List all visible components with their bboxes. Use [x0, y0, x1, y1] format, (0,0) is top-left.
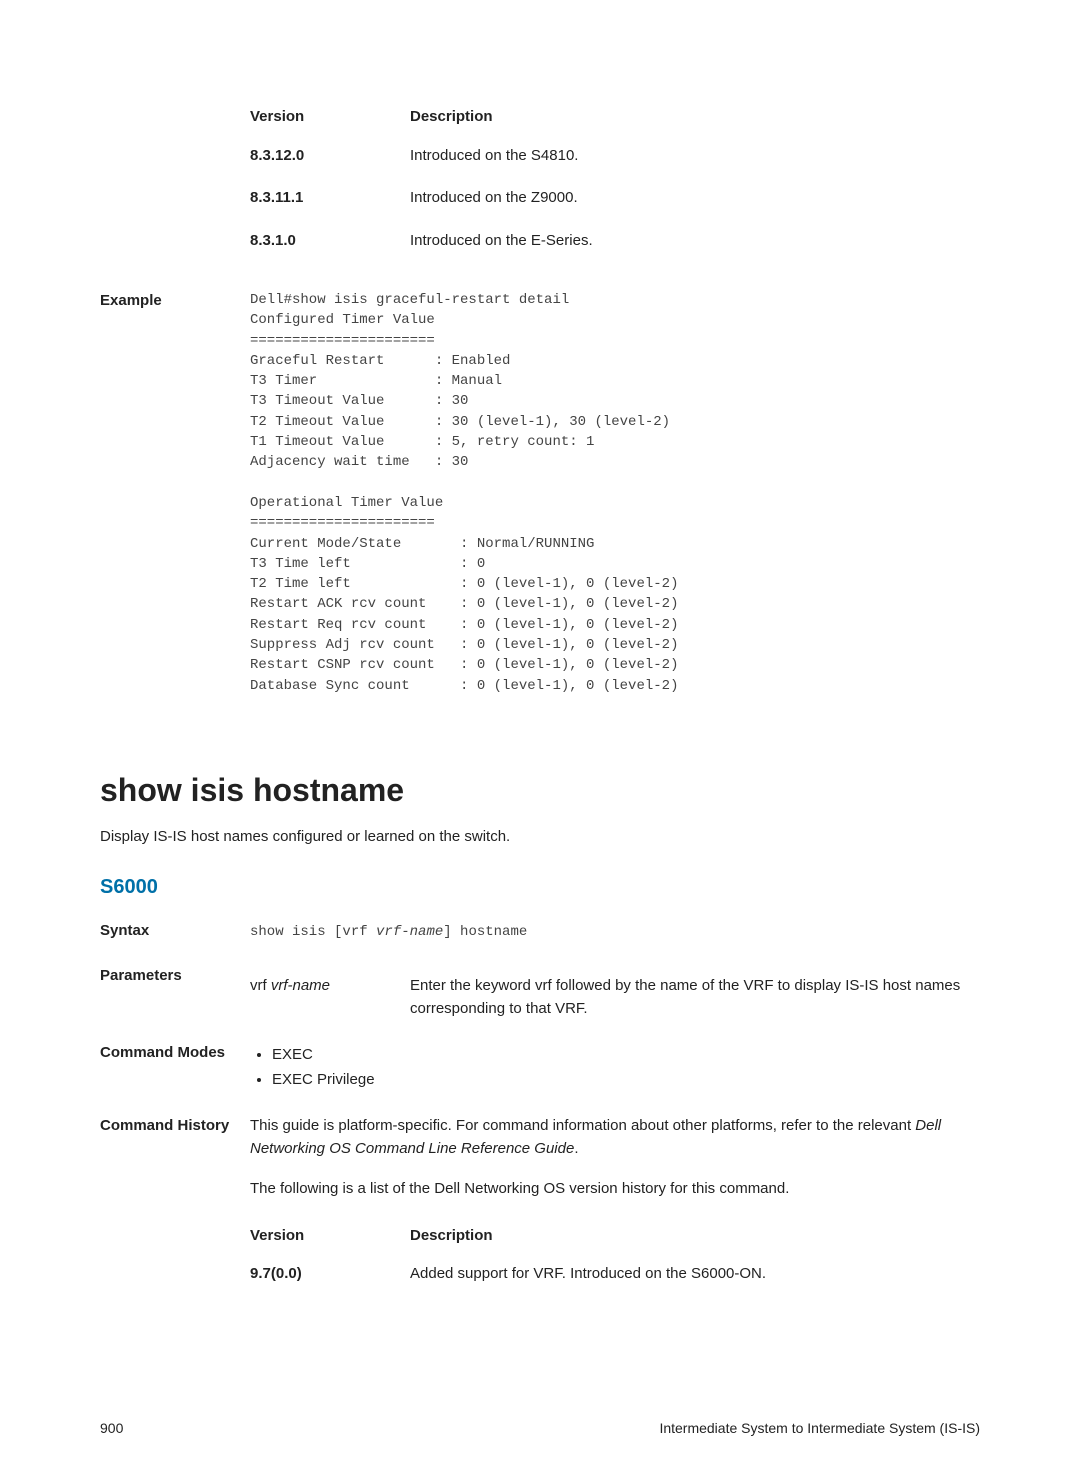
section-description: Display IS-IS host names configured or l…: [100, 826, 980, 849]
list-item: EXEC: [272, 1044, 980, 1067]
command-modes-label: Command Modes: [100, 1042, 250, 1093]
version-cell: 9.7(0.0): [250, 1253, 410, 1296]
table-row: 8.3.11.1 Introduced on the Z9000.: [250, 177, 980, 220]
page-number: 900: [100, 1418, 123, 1439]
history-version-table: Version Description 9.7(0.0) Added suppo…: [250, 1219, 980, 1296]
description-cell: Introduced on the S4810.: [410, 135, 980, 178]
version-cell: 8.3.1.0: [250, 220, 410, 263]
command-modes-row: Command Modes EXEC EXEC Privilege: [100, 1042, 980, 1093]
description-cell: Introduced on the E-Series.: [410, 220, 980, 263]
example-code: Dell#show isis graceful-restart detail C…: [250, 290, 980, 696]
command-modes-list: EXEC EXEC Privilege: [250, 1044, 980, 1091]
version-header: Version: [250, 100, 410, 135]
description-header: Description: [410, 1219, 980, 1254]
table-row: 9.7(0.0) Added support for VRF. Introduc…: [250, 1253, 980, 1296]
model-heading: S6000: [100, 872, 980, 902]
description-header: Description: [410, 100, 980, 135]
description-cell: Added support for VRF. Introduced on the…: [410, 1253, 980, 1296]
history-para-2: The following is a list of the Dell Netw…: [250, 1178, 980, 1201]
command-history-row: Command History This guide is platform-s…: [100, 1115, 980, 1296]
parameters-row: Parameters vrf vrf-name Enter the keywor…: [100, 965, 980, 1020]
list-item: EXEC Privilege: [272, 1069, 980, 1092]
section-title: show isis hostname: [100, 766, 980, 814]
page-footer: 900 Intermediate System to Intermediate …: [0, 1378, 1080, 1479]
param-desc: Enter the keyword vrf followed by the na…: [410, 975, 980, 1020]
history-para-1: This guide is platform-specific. For com…: [250, 1115, 980, 1160]
version-table: Version Description 8.3.12.0 Introduced …: [250, 100, 980, 262]
table-row: 8.3.1.0 Introduced on the E-Series.: [250, 220, 980, 263]
param-key: vrf vrf-name: [250, 975, 410, 1020]
version-table-block: Version Description 8.3.12.0 Introduced …: [100, 100, 980, 290]
example-block: Example Dell#show isis graceful-restart …: [100, 290, 980, 696]
command-history-label: Command History: [100, 1115, 250, 1296]
version-cell: 8.3.12.0: [250, 135, 410, 178]
table-row: 8.3.12.0 Introduced on the S4810.: [250, 135, 980, 178]
syntax-label: Syntax: [100, 920, 250, 943]
chapter-title: Intermediate System to Intermediate Syst…: [659, 1418, 980, 1439]
syntax-code: show isis [vrf vrf-name] hostname: [250, 924, 527, 940]
version-cell: 8.3.11.1: [250, 177, 410, 220]
version-header: Version: [250, 1219, 410, 1254]
example-label: Example: [100, 290, 250, 696]
description-cell: Introduced on the Z9000.: [410, 177, 980, 220]
parameters-label: Parameters: [100, 965, 250, 1020]
syntax-row: Syntax show isis [vrf vrf-name] hostname: [100, 920, 980, 943]
